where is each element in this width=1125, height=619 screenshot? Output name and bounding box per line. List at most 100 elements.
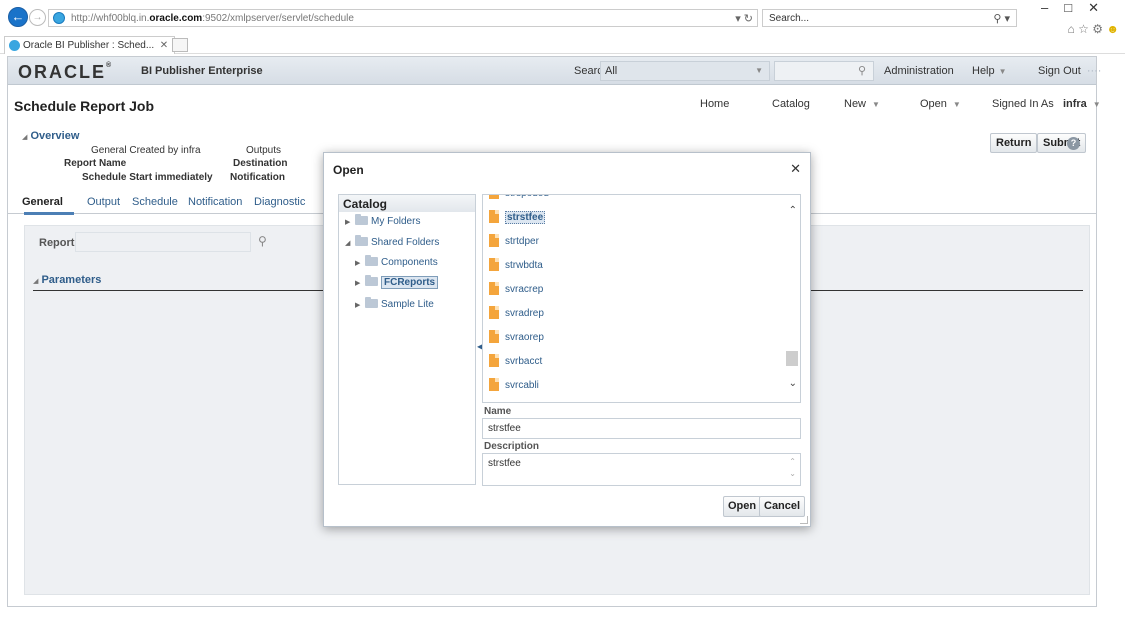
report-file-icon [489, 282, 499, 295]
description-input[interactable]: strstfee ⌃ ⌄ [482, 453, 801, 486]
new-tab-button[interactable] [172, 38, 188, 52]
name-label: Name [484, 406, 512, 417]
signed-in-as[interactable]: Signed In As infra ▼ [992, 98, 1101, 110]
forward-icon[interactable]: → [29, 9, 46, 26]
browser-search-placeholder: Search... [769, 13, 810, 24]
dropdown-arrow-icon: ▼ [872, 100, 880, 109]
overview-report-name: Report Name [64, 158, 127, 169]
help-menu[interactable]: Help ▼ [972, 65, 1007, 77]
expand-arrow-icon[interactable]: ▶ [345, 215, 355, 230]
catalog-title: Catalog [339, 195, 475, 212]
page-title: Schedule Report Job [14, 98, 155, 114]
scroll-thumb[interactable] [786, 351, 798, 366]
pane-splitter-icon[interactable]: ◀ [477, 342, 483, 351]
back-icon[interactable]: ← [8, 7, 28, 27]
close-icon[interactable]: ✕ [160, 37, 168, 54]
list-item[interactable]: svracrep [489, 282, 543, 300]
folder-icon [355, 235, 368, 246]
search-icon[interactable]: ⚲ [858, 64, 866, 77]
list-item[interactable]: svrbacct [489, 354, 542, 372]
overview-general: General Created by infra [91, 145, 201, 156]
report-input[interactable] [75, 232, 251, 252]
page-header: Schedule Report Job Home Catalog New ▼ Op… [8, 85, 1101, 125]
administration-link[interactable]: Administration [884, 65, 954, 77]
open-dialog: Open ✕ Catalog ▶ My Folders ◢ Shared Folde… [323, 152, 811, 527]
tree-item-fcreports[interactable]: ▶ FCReports [355, 275, 439, 291]
list-item[interactable]: svrcabli [489, 378, 539, 396]
scroll-down-icon[interactable]: ⌄ [789, 378, 797, 389]
nav-catalog[interactable]: Catalog [772, 98, 810, 110]
report-label: Report [39, 237, 75, 249]
list-item[interactable]: strwbdta [489, 258, 543, 276]
more-icon[interactable]: ···· [1087, 65, 1102, 77]
report-file-icon [489, 354, 499, 367]
list-item[interactable]: strtdper [489, 234, 539, 252]
address-url: http://whf00blq.in.oracle.com:9502/xmlps… [71, 13, 354, 24]
dropdown-arrow-icon: ▼ [998, 67, 1007, 76]
refresh-icon[interactable]: ▾ ↻ [735, 12, 753, 25]
tree-item-components[interactable]: ▶ Components [355, 255, 438, 271]
expand-arrow-icon[interactable]: ▶ [355, 298, 365, 313]
dropdown-arrow-icon: ▼ [1092, 100, 1101, 109]
address-bar[interactable]: http://whf00blq.in.oracle.com:9502/xmlps… [48, 9, 758, 27]
list-scrollbar[interactable]: ⌃ ⌄ [783, 195, 800, 402]
dropdown-arrow-icon: ▼ [952, 100, 961, 109]
scroll-up-icon[interactable]: ⌃ [789, 205, 797, 216]
expand-arrow-icon[interactable]: ▶ [355, 256, 365, 271]
report-file-icon [489, 234, 499, 247]
folder-icon [365, 275, 378, 286]
overview-notification: Notification [230, 172, 285, 183]
help-icon[interactable]: ? [1067, 137, 1080, 150]
dialog-title: Open [333, 163, 364, 177]
sign-out-link[interactable]: Sign Out ···· [1038, 65, 1101, 77]
list-item[interactable]: strspoded [489, 195, 549, 204]
search-scope-value: All [605, 65, 618, 77]
tab-diagnostic[interactable]: Diagnostic [254, 196, 305, 208]
collapse-arrow-icon[interactable]: ◢ [345, 236, 355, 251]
search-icon[interactable]: ⚲ [258, 234, 267, 248]
open-button[interactable]: Open [723, 496, 762, 517]
list-item[interactable]: svraorep [489, 330, 544, 348]
description-label: Description [484, 441, 540, 452]
folder-icon [365, 297, 378, 308]
tab-schedule[interactable]: Schedule [132, 196, 178, 208]
site-favicon-icon [53, 12, 65, 24]
nav-home[interactable]: Home [700, 98, 729, 110]
close-icon[interactable]: ✕ [790, 161, 801, 177]
description-value: strstfee [488, 458, 521, 469]
search-scope-select[interactable]: All ▼ [600, 61, 770, 81]
dropdown-arrow-icon: ▼ [755, 66, 763, 75]
window-controls[interactable]: –□✕ [1041, 0, 1115, 16]
overview-toggle[interactable]: ◢ Overview [22, 130, 79, 142]
search-icon[interactable]: ⚲ ▾ [993, 12, 1010, 25]
tree-item-my-folders[interactable]: ▶ My Folders [345, 214, 420, 230]
tree-item-sample-lite[interactable]: ▶ Sample Lite [355, 297, 434, 313]
active-tab-indicator [24, 212, 74, 215]
browser-tab[interactable]: Oracle BI Publisher : Sched... ✕ [4, 36, 176, 54]
product-name: BI Publisher Enterprise [141, 65, 263, 77]
brand-bar: ORACLE® BI Publisher Enterprise Search A… [8, 57, 1101, 85]
collapse-triangle-icon: ◢ [33, 278, 39, 285]
nav-open[interactable]: Open ▼ [920, 98, 961, 110]
name-input[interactable]: strstfee [482, 418, 801, 439]
scroll-arrows-icon[interactable]: ⌃ ⌄ [789, 456, 796, 480]
folder-icon [365, 255, 378, 266]
list-item[interactable]: svradrep [489, 306, 544, 324]
cancel-button[interactable]: Cancel [759, 496, 806, 517]
browser-toolbar: ← → http://whf00blq.in.oracle.com:9502/x… [0, 0, 1125, 36]
nav-new[interactable]: New ▼ [844, 98, 880, 110]
tab-general[interactable]: General [22, 196, 63, 208]
expand-arrow-icon[interactable]: ▶ [355, 276, 365, 291]
tab-output[interactable]: Output [87, 196, 120, 208]
resize-grip-icon[interactable] [800, 516, 808, 524]
browser-search-input[interactable]: Search... ⚲ ▾ [762, 9, 1017, 27]
tab-notification[interactable]: Notification [188, 196, 242, 208]
report-file-icon [489, 378, 499, 391]
overview-outputs: Outputs [246, 145, 282, 156]
return-button[interactable]: Return [990, 133, 1038, 153]
parameters-toggle[interactable]: ◢ Parameters [33, 274, 101, 286]
browser-tab-title: Oracle BI Publisher : Sched... [23, 40, 155, 51]
list-item[interactable]: strstfee [489, 210, 546, 228]
report-file-icon [489, 258, 499, 271]
tree-item-shared-folders[interactable]: ◢ Shared Folders [345, 235, 439, 251]
